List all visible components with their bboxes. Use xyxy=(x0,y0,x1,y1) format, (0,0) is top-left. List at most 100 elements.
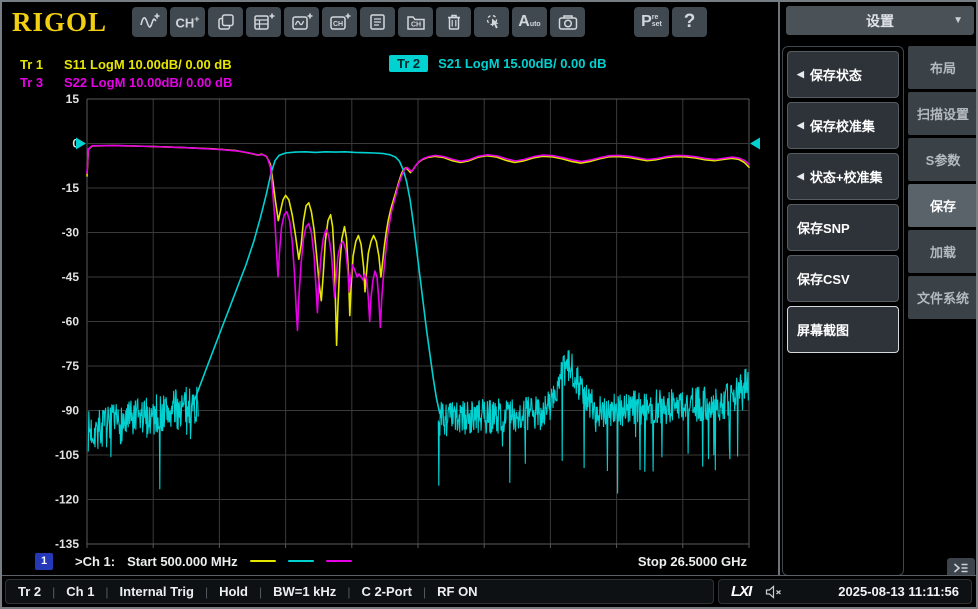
submenu-item-label: 保存SNP xyxy=(797,221,850,236)
window-trace-add-button[interactable] xyxy=(284,7,319,37)
svg-text:-105: -105 xyxy=(55,448,79,462)
trace1-label[interactable]: Tr 1 S11 LogM 10.00dB/ 0.00 dB xyxy=(20,57,232,72)
measurement-area: 15 0 -15 -30 -45 -60 -75 -90 -105 -120 -135 Tr 1 S… xyxy=(2,42,778,579)
submenu-expand-arrow-icon: ◀ xyxy=(797,69,804,79)
start-frequency[interactable]: Start 500.000 MHz xyxy=(127,554,238,569)
stop-frequency[interactable]: Stop 26.5000 GHz xyxy=(638,554,747,569)
svg-text:-75: -75 xyxy=(62,359,80,373)
submenu-item-label: 保存校准集 xyxy=(809,119,875,134)
status-separator: | xyxy=(423,584,427,599)
svg-text:-30: -30 xyxy=(62,226,80,240)
svg-text:-120: -120 xyxy=(55,493,79,507)
status-bar: Tr 2 | Ch 1 | Internal Trig | Hold | BW=1 kHz | C … xyxy=(2,575,976,607)
table-add-icon xyxy=(253,13,274,30)
channel-1-badge[interactable]: 1 xyxy=(35,552,53,570)
delete-button[interactable] xyxy=(436,7,471,37)
preset-icon: Pre set xyxy=(641,13,662,30)
recall-channel-button[interactable]: CH xyxy=(398,7,433,37)
menu-title: 设置 xyxy=(866,12,894,29)
svg-text:CH: CH xyxy=(332,21,342,28)
trace1-id: Tr 1 xyxy=(20,57,44,72)
submenu-item-label: 屏幕截图 xyxy=(797,323,850,338)
trash-icon xyxy=(447,14,460,30)
status-separator: | xyxy=(347,584,351,599)
submenu-item[interactable]: 保存SNP xyxy=(787,204,899,251)
svg-text:-60: -60 xyxy=(62,315,80,329)
status-readout: Tr 2 | Ch 1 | Internal Trig | Hold | BW=1 kHz | C … xyxy=(5,579,714,604)
status-item: C 2-Port xyxy=(361,584,412,599)
submenu-item-label: 保存状态 xyxy=(809,68,862,83)
svg-text:-45: -45 xyxy=(62,270,80,284)
folder-channel-icon: CH xyxy=(406,16,425,30)
trace3-label[interactable]: Tr 3 S22 LogM 10.00dB/ 0.00 dB xyxy=(20,75,232,90)
trace3-id: Tr 3 xyxy=(20,75,44,90)
trace2-active-badge: Tr 2 xyxy=(389,55,429,72)
recall-trace-button[interactable] xyxy=(360,7,395,37)
table-add-button[interactable] xyxy=(246,7,281,37)
status-item: Ch 1 xyxy=(66,584,95,599)
svg-text:-15: -15 xyxy=(62,181,80,195)
status-separator: | xyxy=(52,584,56,599)
toolbar: RIGOL CH+ CH CH Auto Pre set ? xyxy=(2,2,778,42)
s21-legend-swatch xyxy=(287,560,314,562)
s11-legend-swatch xyxy=(249,560,276,562)
submenu-item[interactable]: ◀ 状态+校准集 xyxy=(787,153,899,200)
trace3-desc: S22 LogM 10.00dB/ 0.00 dB xyxy=(64,75,233,90)
menu-tab[interactable]: 布局 xyxy=(908,46,976,89)
svg-text:CH: CH xyxy=(410,22,420,29)
submenu-expand-arrow-icon: ◀ xyxy=(797,171,804,181)
status-item: Internal Trig xyxy=(119,584,194,599)
submenu-item[interactable]: ◀ 保存校准集 xyxy=(787,102,899,149)
window-channel-add-icon: CH xyxy=(329,13,350,30)
submenu-item[interactable]: 屏幕截图 xyxy=(787,306,899,353)
help-button[interactable]: ? xyxy=(672,7,707,37)
submenu-panel: ◀ 保存状态 ◀ 保存校准集 ◀ 状态+校准集保存SNP 保存CSV 屏幕截图 xyxy=(782,46,904,576)
preset-button[interactable]: Pre set xyxy=(634,7,669,37)
channel-bar: 1 >Ch 1: Start 500.000 MHz Stop 26.5000 … xyxy=(2,550,778,572)
menu-tab[interactable]: 保存 xyxy=(908,184,976,227)
screenshot-button[interactable] xyxy=(550,7,585,37)
trace-add-button[interactable] xyxy=(132,7,167,37)
window-waveform-add-icon xyxy=(291,13,312,30)
submenu-item[interactable]: ◀ 保存状态 xyxy=(787,51,899,98)
status-item: BW=1 kHz xyxy=(273,584,337,599)
dropdown-caret-icon: ▼ xyxy=(953,15,963,26)
window-layers-icon xyxy=(217,14,234,30)
menu-tab[interactable]: S参数 xyxy=(908,138,976,181)
vna-instrument-screen: RIGOL CH+ CH CH Auto Pre set ? 15 0 -15 … xyxy=(0,0,978,609)
menu-tab[interactable]: 扫描设置 xyxy=(908,92,976,135)
trace2-desc: S21 LogM 15.00dB/ 0.00 dB xyxy=(438,56,607,71)
svg-text:-90: -90 xyxy=(62,404,80,418)
svg-text:-135: -135 xyxy=(55,537,79,551)
status-separator: | xyxy=(258,584,263,599)
status-item: Tr 2 xyxy=(18,584,42,599)
menu-tab[interactable]: 加载 xyxy=(908,230,976,273)
trace2-label[interactable]: Tr 2 S21 LogM 15.00dB/ 0.00 dB xyxy=(389,55,606,72)
status-separator: | xyxy=(204,584,209,599)
collapse-menu-icon xyxy=(953,563,968,573)
window-new-button[interactable] xyxy=(208,7,243,37)
sparameter-plot[interactable]: 150-15-30-45-60-75-90-105-120-135 xyxy=(2,42,778,579)
auto-icon: Auto xyxy=(518,13,541,30)
trace1-desc: S11 LogM 10.00dB/ 0.00 dB xyxy=(64,57,232,72)
rigol-logo: RIGOL xyxy=(12,6,108,37)
submenu-item[interactable]: 保存CSV xyxy=(787,255,899,302)
menu-title-dropdown[interactable]: 设置 ▼ xyxy=(786,6,974,35)
menu-tabs: 布局 扫描设置 S参数 保存 加载 文件系统 xyxy=(908,46,976,322)
datetime: 2025-08-13 11:11:56 xyxy=(838,584,959,599)
status-item: Hold xyxy=(219,584,248,599)
system-status: LXI 2025-08-13 11:11:56 xyxy=(718,579,972,604)
channel-add-button[interactable]: CH+ xyxy=(170,7,205,37)
menu-tab[interactable]: 文件系统 xyxy=(908,276,976,319)
help-icon: ? xyxy=(683,11,696,32)
submenu-item-label: 保存CSV xyxy=(797,272,850,287)
touch-mode-button[interactable] xyxy=(474,7,509,37)
channel-prefix: >Ch 1: xyxy=(75,553,116,569)
submenu-expand-arrow-icon: ◀ xyxy=(797,120,804,130)
window-channel-add-button[interactable]: CH xyxy=(322,7,357,37)
clipboard-list-icon xyxy=(369,14,385,30)
lxi-indicator: LXI xyxy=(731,583,752,600)
svg-text:15: 15 xyxy=(66,92,80,106)
auto-scale-button[interactable]: Auto xyxy=(512,7,547,37)
submenu-item-label: 状态+校准集 xyxy=(809,170,883,185)
